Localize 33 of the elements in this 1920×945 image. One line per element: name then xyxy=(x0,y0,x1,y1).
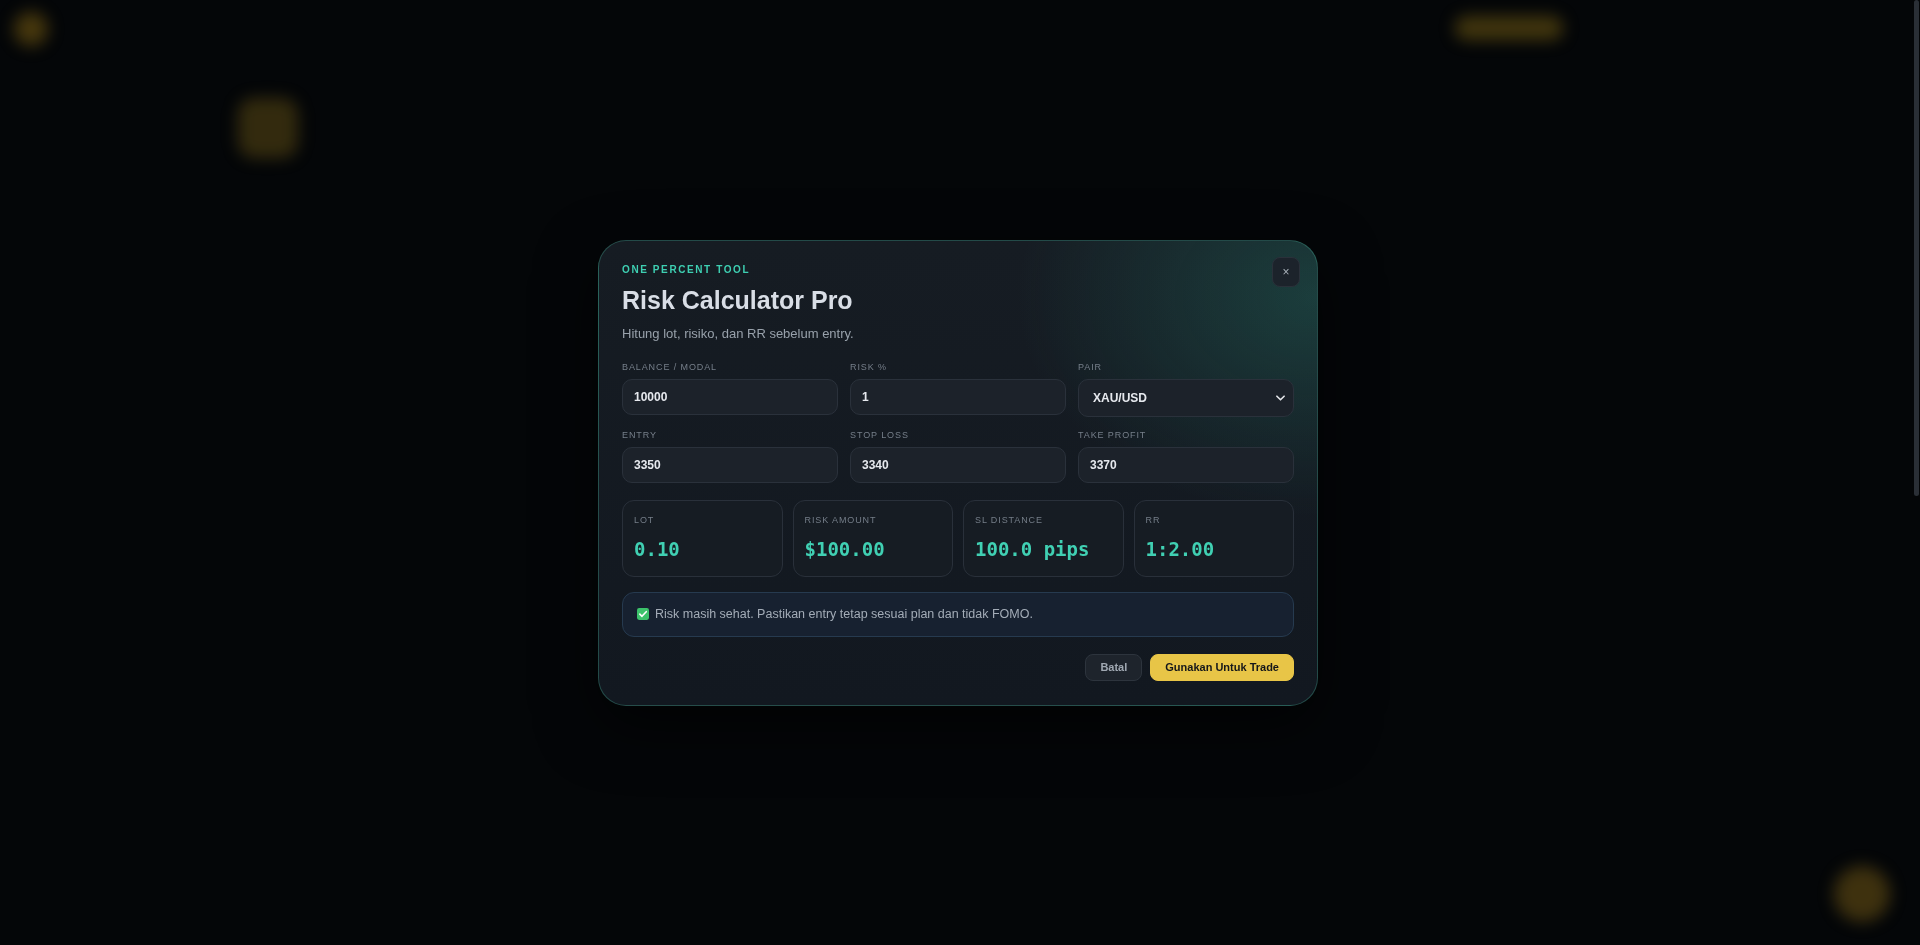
dialog-subtitle: Hitung lot, risiko, dan RR sebelum entry. xyxy=(622,324,854,343)
field-label: STOP LOSS xyxy=(850,428,909,442)
cancel-button[interactable]: Batal xyxy=(1085,653,1143,681)
result-value: 0.10 xyxy=(634,536,680,562)
input-field[interactable]: 3350 xyxy=(622,446,838,483)
result-label: LOT xyxy=(634,513,655,527)
close-button[interactable]: × xyxy=(1272,256,1300,287)
input-field[interactable]: 1 xyxy=(850,378,1066,415)
check-icon xyxy=(637,608,649,620)
chevron-down-icon xyxy=(1276,394,1285,401)
eyebrow-label: ONE PERCENT TOOL xyxy=(622,262,752,277)
blurred-shape xyxy=(238,98,298,158)
result-label: SL DISTANCE xyxy=(975,513,1043,527)
field-label: RISK % xyxy=(850,360,887,374)
dialog-title: Risk Calculator Pro xyxy=(622,284,854,316)
input-field[interactable]: 3340 xyxy=(850,446,1066,483)
field-label: TAKE PROFIT xyxy=(1078,428,1147,442)
result-value: 100.0 pips xyxy=(975,536,1090,562)
result-label: RISK AMOUNT xyxy=(804,513,877,527)
input-field[interactable]: 10000 xyxy=(622,378,838,415)
result-label: RR xyxy=(1145,513,1161,527)
field-label: BALANCE / MODAL xyxy=(622,360,718,374)
result-value: 1:2.00 xyxy=(1145,536,1215,562)
confirm-button[interactable]: Gunakan Untuk Trade xyxy=(1150,653,1294,681)
blurred-shape xyxy=(14,12,48,46)
notice-text: Risk masih sehat. Pastikan entry tetap sesuai plan dan tidak FOMO. xyxy=(655,606,1033,623)
input-field[interactable]: 3370 xyxy=(1078,446,1294,483)
blurred-shape xyxy=(1834,866,1890,922)
scrollbar[interactable] xyxy=(1914,0,1919,496)
field-label: PAIR xyxy=(1078,360,1102,374)
result-value: $100.00 xyxy=(804,536,885,562)
select-field[interactable]: XAU/USD xyxy=(1078,378,1294,417)
field-label: ENTRY xyxy=(622,428,657,442)
